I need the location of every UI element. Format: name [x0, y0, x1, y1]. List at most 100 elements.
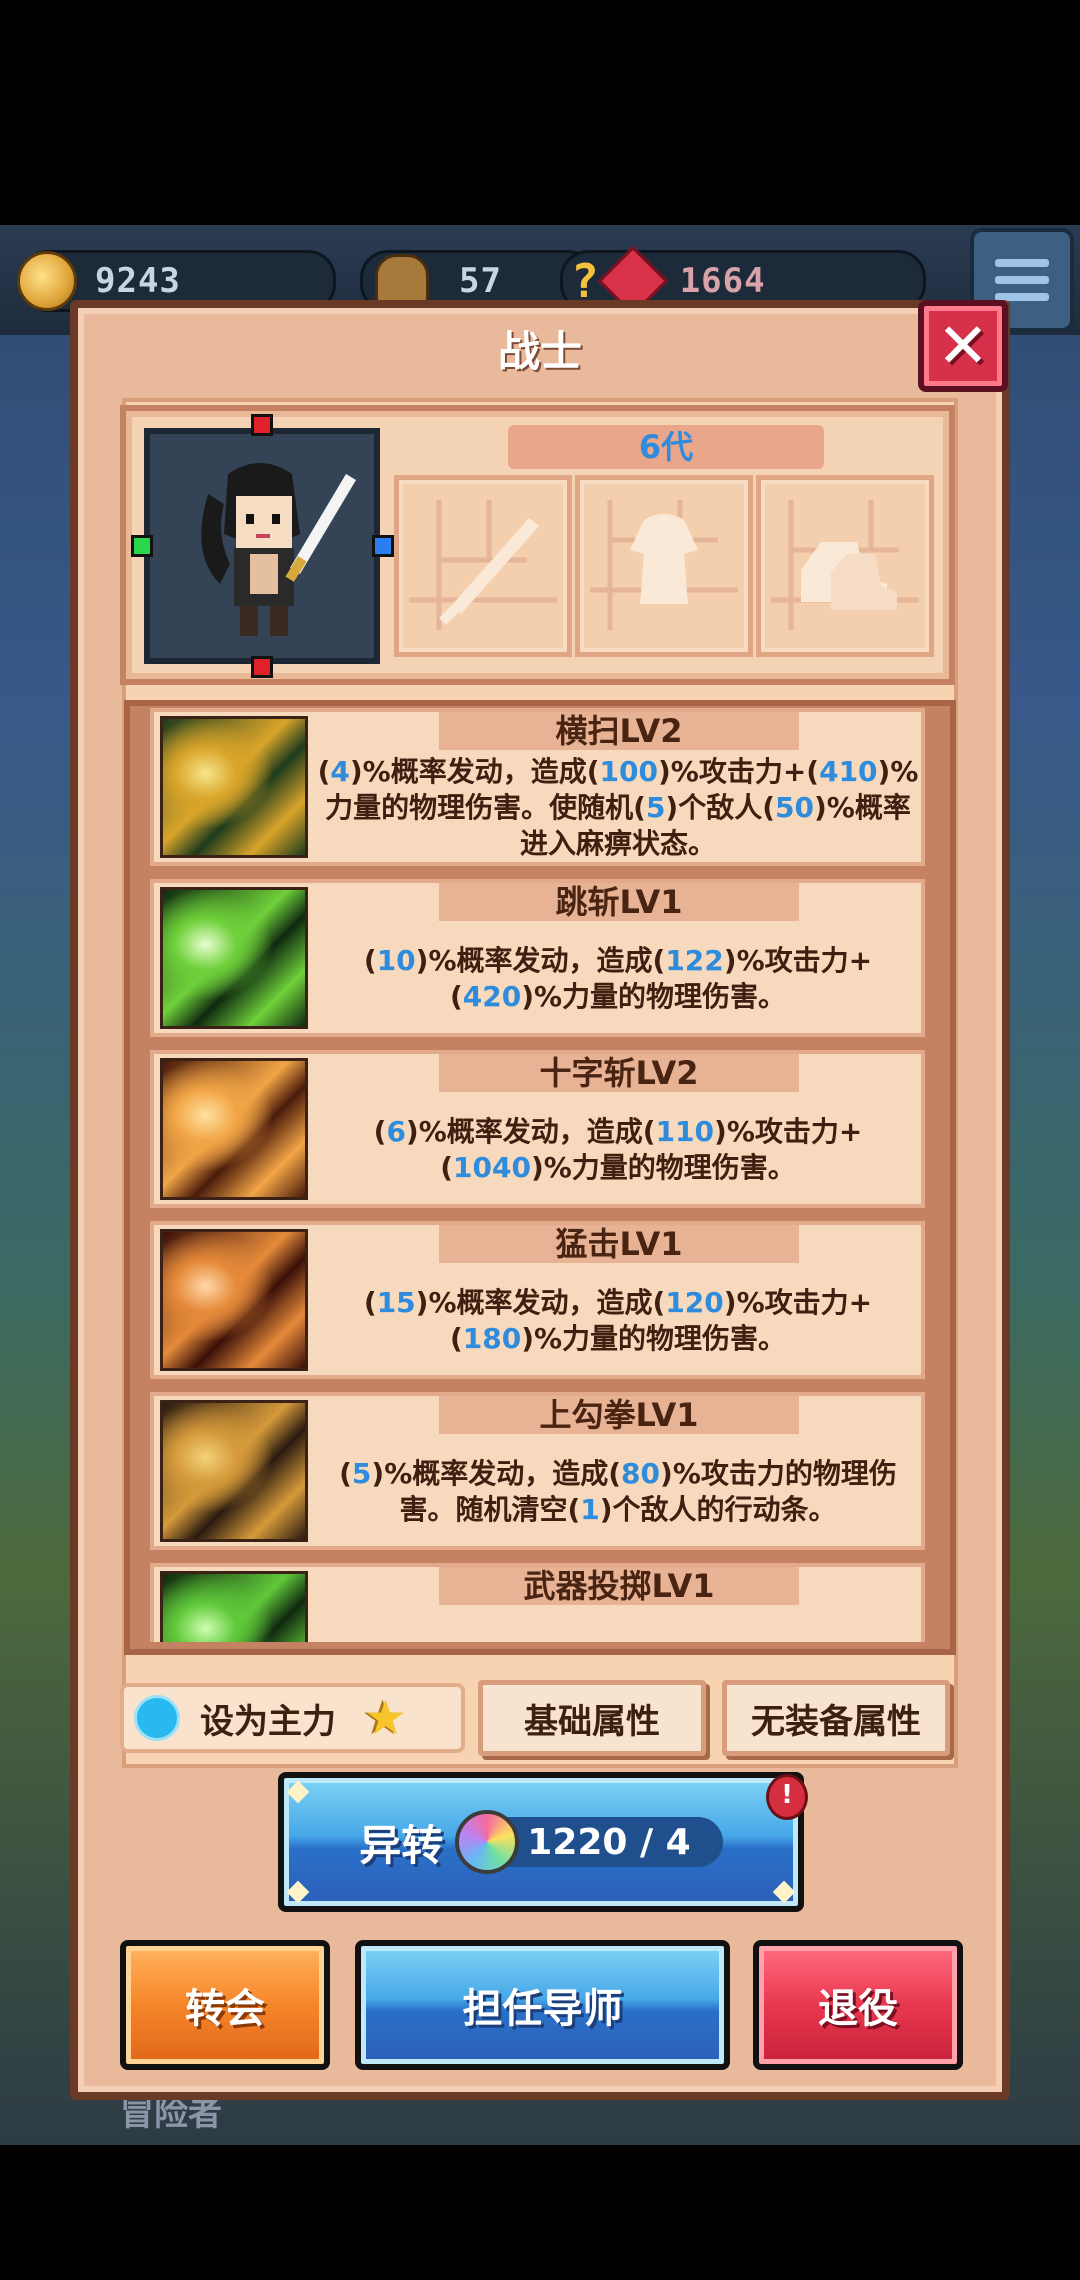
skill-value: 10: [376, 944, 416, 977]
modal-title: 战士: [497, 327, 582, 376]
set-main-label: 设为主力: [200, 1701, 336, 1742]
transfer-button[interactable]: 转会: [120, 1940, 330, 2070]
coin-icon: [17, 251, 77, 311]
corner-gem-icon: [286, 1880, 310, 1904]
set-main-toggle[interactable]: 设为主力 ★: [120, 1683, 465, 1753]
skill-text: )%攻击力+(: [657, 755, 820, 788]
skill-value: 120: [665, 1286, 724, 1319]
skill-value: 6: [386, 1115, 406, 1148]
skill-description: (10)%概率发动，造成(122)%攻击力+(420)%力量的物理伤害。: [314, 923, 922, 1035]
close-icon: ✕: [937, 309, 989, 382]
base-stats-button[interactable]: 基础属性: [478, 1680, 706, 1756]
skill-text: )%概率发动，造成(: [415, 944, 666, 977]
skill-name: 横扫LV2: [439, 712, 799, 750]
portrait-handle-left: [131, 535, 153, 557]
menu-icon: [995, 259, 1049, 267]
reform-cost: 1220 / 4: [527, 1821, 691, 1863]
skill-name: 十字斩LV2: [439, 1054, 799, 1092]
generation-badge: 6代: [508, 425, 824, 469]
skills-list[interactable]: 横扫LV2 (4)%概率发动，造成(100)%攻击力+(410)%力量的物理伤害。…: [150, 708, 925, 1642]
skill-effect-icon: [160, 887, 308, 1029]
skill-row[interactable]: 猛击LV1 (15)%概率发动，造成(120)%攻击力+(180)%力量的物理伤害…: [150, 1221, 925, 1379]
portrait-handle-top: [251, 414, 273, 436]
skill-effect-icon: [160, 1229, 308, 1371]
weapon-slot[interactable]: [394, 475, 572, 657]
toggle-dot-icon: [134, 1695, 180, 1741]
skill-name: 武器投掷LV1: [439, 1567, 799, 1605]
skill-value: 5: [351, 1457, 372, 1490]
skill-description-text: (4)%概率发动，造成(100)%攻击力+(410)%力量的物理伤害。使随机(5…: [314, 754, 922, 862]
gold-value: 9243: [95, 261, 181, 301]
portrait-handle-right: [372, 535, 394, 557]
skill-text: )%概率发动，造成(: [415, 1286, 666, 1319]
item-value: 57: [459, 261, 502, 301]
skill-value: 410: [819, 755, 878, 788]
skill-text: (: [363, 944, 377, 977]
skill-text: (: [317, 755, 331, 788]
skill-text: )%力量的物理伤害。: [521, 1322, 787, 1355]
rainbow-gem-icon: [455, 1810, 520, 1874]
boots-slot-icon: [771, 500, 919, 630]
skill-value: 180: [462, 1322, 522, 1355]
portrait-handle-bottom: [251, 656, 273, 678]
skill-description: (6)%概率发动，造成(110)%攻击力+(1040)%力量的物理伤害。: [314, 1094, 922, 1206]
skill-text: (: [363, 1286, 377, 1319]
corner-gem-icon: [286, 1780, 310, 1804]
skill-name: 跳斩LV1: [439, 883, 799, 921]
skill-description: (15)%概率发动，造成(120)%攻击力+(180)%力量的物理伤害。: [314, 1265, 922, 1377]
star-icon: ★: [364, 1690, 408, 1746]
skill-row[interactable]: 横扫LV2 (4)%概率发动，造成(100)%攻击力+(410)%力量的物理伤害。…: [150, 708, 925, 866]
no-equip-stats-button[interactable]: 无装备属性: [722, 1680, 950, 1756]
skill-description-text: (10)%概率发动，造成(122)%攻击力+(420)%力量的物理伤害。: [314, 943, 922, 1015]
skill-description: (5)%概率发动，造成(80)%攻击力的物理伤害。随机清空(1)个敌人的行动条。: [314, 1436, 922, 1548]
skill-effect-icon: [160, 1571, 308, 1642]
alert-badge: !: [766, 1774, 808, 1820]
skill-description: (4)%概率发动，造成(100)%攻击力+(410)%力量的物理伤害。使随机(5…: [314, 752, 922, 864]
close-button[interactable]: ✕: [918, 300, 1008, 392]
skill-text: )%力量的物理伤害。: [521, 980, 787, 1013]
skill-row[interactable]: 上勾拳LV1 (5)%概率发动，造成(80)%攻击力的物理伤害。随机清空(1)个敌…: [150, 1392, 925, 1550]
skill-value: 80: [621, 1457, 661, 1490]
skill-value: 420: [462, 980, 522, 1013]
skill-value: 15: [376, 1286, 416, 1319]
armor-slot[interactable]: [575, 475, 753, 657]
skill-value: 1: [580, 1493, 600, 1526]
warrior-avatar-icon: [150, 434, 374, 658]
skill-text: )%概率发动，造成(: [349, 755, 600, 788]
boots-slot[interactable]: [756, 475, 934, 657]
skill-effect-icon: [160, 716, 308, 858]
skill-value: 5: [645, 791, 666, 824]
skill-value: 1040: [453, 1151, 531, 1184]
reform-button[interactable]: 异转 1220 / 4: [278, 1772, 804, 1912]
skill-value: 110: [655, 1115, 715, 1148]
skill-text: )%概率发动，造成(: [371, 1457, 622, 1490]
skill-text: )%力量的物理伤害。: [530, 1151, 796, 1184]
skill-effect-icon: [160, 1058, 308, 1200]
skill-value: 50: [775, 791, 814, 824]
skill-text: (: [373, 1115, 387, 1148]
skill-value: 100: [599, 755, 658, 788]
skill-row[interactable]: 跳斩LV1 (10)%概率发动，造成(122)%攻击力+(420)%力量的物理伤害…: [150, 879, 925, 1037]
retire-button[interactable]: 退役: [753, 1940, 963, 2070]
skill-text: )%概率发动，造成(: [405, 1115, 656, 1148]
skill-text: )个敌人(: [665, 791, 776, 824]
skill-description-text: (15)%概率发动，造成(120)%攻击力+(180)%力量的物理伤害。: [314, 1285, 922, 1357]
skill-description-text: (6)%概率发动，造成(110)%攻击力+(1040)%力量的物理伤害。: [314, 1114, 922, 1186]
menu-icon-bar: [995, 276, 1049, 284]
skill-name: 上勾拳LV1: [439, 1396, 799, 1434]
skill-description-text: (5)%概率发动，造成(80)%攻击力的物理伤害。随机清空(1)个敌人的行动条。: [314, 1456, 922, 1528]
skill-text: )个敌人的行动条。: [599, 1493, 837, 1526]
skill-effect-icon: [160, 1400, 308, 1542]
skill-value: 122: [665, 944, 724, 977]
skill-name: 猛击LV1: [439, 1225, 799, 1263]
skill-row[interactable]: 武器投掷LV1(10)%概率发动，造成(160)%攻击力的物: [150, 1563, 925, 1642]
hero-portrait[interactable]: [144, 428, 380, 664]
corner-gem-icon: [772, 1880, 796, 1904]
skill-text: (: [339, 1457, 352, 1490]
skill-description: (10)%概率发动，造成(160)%攻击力的物: [314, 1607, 922, 1642]
skill-value: 4: [330, 755, 350, 788]
skill-row[interactable]: 十字斩LV2 (6)%概率发动，造成(110)%攻击力+(1040)%力量的物理伤…: [150, 1050, 925, 1208]
mentor-button[interactable]: 担任导师: [355, 1940, 730, 2070]
reform-cost-box: 1220 / 4: [455, 1810, 723, 1874]
gem-value: 1664: [679, 261, 766, 301]
